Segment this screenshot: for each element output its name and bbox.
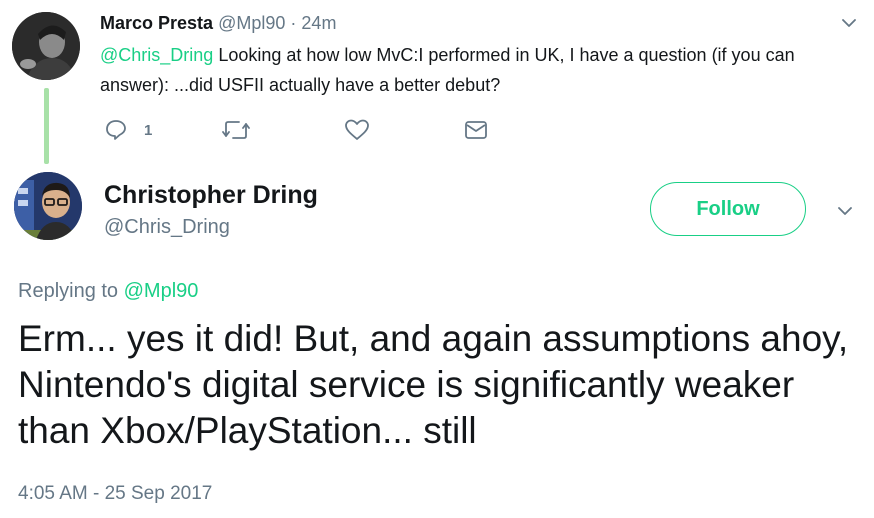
author-display-name[interactable]: Christopher Dring <box>104 180 318 210</box>
replying-to-handle-link[interactable]: @Mpl90 <box>124 280 199 302</box>
reply-count: 1 <box>144 122 153 139</box>
parent-handle[interactable]: @Mpl90 <box>218 13 285 33</box>
parent-avatar[interactable] <box>12 12 80 80</box>
parent-mention-link[interactable]: @Chris_Dring <box>100 45 213 65</box>
replying-to: Replying to @Mpl90 <box>18 278 198 304</box>
parent-avatar-image <box>12 12 80 80</box>
chevron-down-icon[interactable] <box>838 204 852 218</box>
reply-icon[interactable] <box>104 118 128 142</box>
chevron-down-icon[interactable] <box>842 16 856 30</box>
author-handle[interactable]: @Chris_Dring <box>104 214 230 240</box>
follow-button[interactable]: Follow <box>650 182 806 236</box>
parent-tweet-text: @Chris_Dring Looking at how low MvC:I pe… <box>100 40 840 100</box>
direct-message-icon[interactable] <box>464 120 488 140</box>
like-icon[interactable] <box>344 118 370 142</box>
replying-to-prefix: Replying to <box>18 280 124 302</box>
author-avatar[interactable] <box>14 172 82 240</box>
parent-header: Marco Presta @Mpl90 · 24m <box>100 12 336 34</box>
author-avatar-image <box>14 172 82 240</box>
main-tweet-text: Erm... yes it did! But, and again assump… <box>18 318 849 451</box>
thread-line <box>44 88 49 164</box>
parent-display-name[interactable]: Marco Presta <box>100 13 213 33</box>
retweet-icon[interactable] <box>222 119 250 141</box>
parent-separator: · <box>290 13 297 33</box>
parent-time[interactable]: 24m <box>301 13 336 33</box>
tweet-timestamp[interactable]: 4:05 AM - 25 Sep 2017 <box>18 482 212 506</box>
